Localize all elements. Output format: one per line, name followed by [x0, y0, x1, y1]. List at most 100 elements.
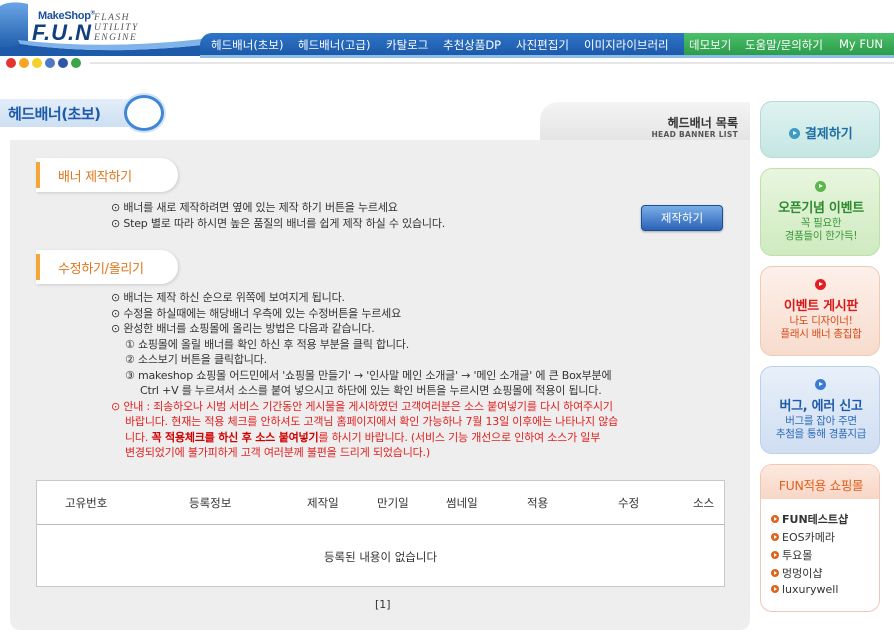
open-event-sub-line: 꼭 필요한 [800, 217, 842, 229]
instruction-line: ⊙ 배너를 새로 제작하려면 옆에 있는 제작 하기 버튼을 누르세요 [111, 201, 398, 214]
bug-report-title: 버그, 에러 신고 [779, 399, 863, 414]
make-instructions: ⊙ 배너를 새로 제작하려면 옆에 있는 제작 하기 버튼을 누르세요 ⊙ St… [111, 200, 445, 231]
nav-photo-editor[interactable]: 사진편집기 [516, 37, 569, 53]
arrow-circle-icon [815, 279, 826, 290]
shop-link-label: 멍멍이샵 [782, 567, 823, 580]
bug-report-sub-line: 버그를 잡아 주면 [785, 415, 857, 427]
column-header-edit: 수정 [618, 496, 640, 510]
arrow-circle-icon [815, 379, 826, 390]
notice-text: 를 하시기 바랍니다. (서비스 기능 개선으로 인하여 소스가 일부 [318, 430, 601, 444]
nav-head-banner-basic[interactable]: 헤드배너(초보) [211, 37, 283, 53]
arrow-circle-icon [789, 128, 801, 139]
open-event-sub: 꼭 필요한 경품들이 한가득! [761, 217, 881, 243]
section-tab-make: 배너 제작하기 [36, 158, 178, 192]
instruction-step: ① 쇼핑몰에 올릴 배너를 확인 하신 후 적용 부분을 클릭 합니다. [125, 337, 410, 351]
column-header-expires: 만기일 [377, 496, 409, 510]
column-header-created: 제작일 [307, 496, 339, 510]
logo-tag-line: UTILITY [94, 23, 139, 33]
section-label-edit: 수정하기/올리기 [58, 262, 144, 277]
section-tab-edit: 수정하기/올리기 [36, 250, 178, 284]
header-rule [90, 62, 894, 64]
instruction-step: ② 소스보기 버튼을 클릭합니다. [125, 353, 267, 366]
column-header-source: 소스 [693, 496, 715, 510]
notice-line: ⊙ 안내 : 죄송하오나 시범 서비스 기간동안 게시물을 게시하였던 고객여러… [111, 399, 613, 413]
column-header-id: 고유번호 [65, 496, 108, 510]
event-board-sub-line: 나도 디자이너! [789, 315, 853, 327]
table-header-divider [37, 524, 724, 525]
shop-link-label: luxurywell [782, 583, 839, 596]
column-header-thumbnail: 썸네일 [446, 496, 478, 510]
banner-list-subtitle: HEAD BANNER LIST [651, 130, 738, 139]
column-header-info: 등록정보 [189, 496, 232, 510]
arrow-bullet-icon [771, 551, 779, 559]
color-dot [19, 58, 29, 68]
sidebar-bug-report[interactable]: 버그, 에러 신고 버그를 잡아 주면 추첨을 통해 경품지급 [760, 366, 880, 454]
logo-fun[interactable]: F.U.N [32, 20, 92, 46]
logo-tagline: FLASH UTILITY ENGINE [94, 13, 139, 43]
make-banner-button[interactable]: 제작하기 [641, 205, 723, 231]
color-dot [32, 58, 42, 68]
nav-help[interactable]: 도움말/문의하기 [745, 37, 823, 53]
logo-tag-line: FLASH [94, 13, 130, 23]
arrow-bullet-icon [771, 585, 779, 593]
arrow-bullet-icon [771, 569, 779, 577]
pay-label-row: 결제하기 [761, 123, 881, 142]
fun-shops-header: FUN적용 쇼핑몰 [761, 465, 879, 499]
instruction-line: ⊙ Step 별로 따라 하시면 높은 품질의 배너를 쉽게 제작 하실 수 있… [111, 216, 446, 230]
nav-recommended-dp[interactable]: 추천상품DP [443, 37, 501, 53]
instruction-line: ⊙ 완성한 배너를 쇼핑몰에 올리는 방법은 다음과 같습니다. [111, 322, 375, 335]
nav-demo[interactable]: 데모보기 [689, 37, 731, 53]
pagination-page-1[interactable]: [1] [375, 598, 391, 611]
color-dot [58, 58, 68, 68]
shop-link[interactable]: 투요몰 [771, 547, 812, 563]
bug-report-sub: 버그를 잡아 주면 추첨을 통해 경품지급 [761, 415, 881, 441]
pay-label: 결제하기 [804, 127, 853, 142]
main-nav: 헤드배너(초보) 헤드배너(고급) 카탈로그 추천상품DP 사진편집기 이미지라… [200, 33, 894, 55]
shop-link[interactable]: 멍멍이샵 [771, 565, 822, 581]
page-title-circle [124, 95, 164, 131]
nav-image-library[interactable]: 이미지라이브러리 [584, 37, 669, 53]
nav-my-fun[interactable]: My FUN [839, 37, 883, 51]
shop-link-label: 투요몰 [782, 549, 813, 562]
shop-link-label: FUN테스트샵 [782, 513, 849, 526]
sidebar-open-event[interactable]: 오픈기념 이벤트 꼭 필요한 경품들이 한가득! [760, 168, 880, 256]
color-dot [6, 58, 16, 68]
logo-tag-line: ENGINE [94, 33, 138, 43]
event-board-sub: 나도 디자이너! 플래시 배너 총집합 [761, 315, 881, 341]
arrow-bullet-icon [771, 515, 779, 523]
shop-link[interactable]: EOS카메라 [771, 529, 835, 545]
notice-line: 니다. 꼭 적용체크를 하신 후 소스 붙여넣기를 하시기 바랍니다. (서비스… [111, 430, 618, 446]
instruction-line: ⊙ 수정을 하실때에는 해당배너 우측에 있는 수정버튼을 누르세요 [111, 306, 402, 320]
banner-table: 고유번호 등록정보 제작일 만기일 썸네일 적용 수정 소스 등록된 내용이 없… [36, 480, 725, 587]
nav-head-banner-advanced[interactable]: 헤드배너(고급) [298, 37, 370, 53]
header: MakeShop® F.U.N FLASH UTILITY ENGINE 헤드배… [0, 0, 894, 78]
event-board-sub-line: 플래시 배너 총집합 [780, 328, 862, 340]
bug-report-sub-line: 추첨을 통해 경품지급 [775, 428, 867, 440]
instruction-step: ③ makeshop 쇼핑몰 어드민에서 '쇼핑몰 만들기' → '인사말 메인… [125, 368, 612, 382]
event-board-title: 이벤트 게시판 [783, 299, 859, 314]
edit-instructions: ⊙ 배너는 제작 하신 순으로 위쪽에 보여지게 됩니다. ⊙ 수정을 하실때에… [111, 290, 618, 461]
arrow-bullet-icon [771, 533, 779, 541]
color-dot [71, 58, 81, 68]
page-title: 헤드배너(초보) [8, 105, 101, 123]
instruction-line: ⊙ 배너는 제작 하신 순으로 위쪽에 보여지게 됩니다. [111, 291, 345, 304]
fun-shops-title: FUN적용 쇼핑몰 [778, 478, 864, 493]
shop-link[interactable]: luxurywell [771, 583, 838, 596]
color-dot [45, 58, 55, 68]
empty-table-message: 등록된 내용이 없습니다 [323, 550, 438, 564]
sidebar-event-board[interactable]: 이벤트 게시판 나도 디자이너! 플래시 배너 총집합 [760, 266, 880, 356]
arrow-circle-icon [815, 181, 826, 192]
instruction-step: Ctrl +V 를 누르셔서 소스를 붙여 넣으시고 하단에 있는 확인 버튼을… [140, 384, 602, 397]
sidebar-pay-button[interactable]: 결제하기 [760, 101, 880, 158]
notice-text: 니다. [125, 430, 152, 444]
shop-link[interactable]: FUN테스트샵 [771, 511, 848, 527]
column-header-apply: 적용 [527, 496, 549, 510]
page-title-tab: 헤드배너(초보) [0, 95, 165, 131]
nav-catalog[interactable]: 카탈로그 [386, 37, 428, 53]
open-event-title: 오픈기념 이벤트 [778, 201, 864, 216]
banner-list-title: 헤드배너 목록 [667, 116, 738, 130]
notice-line: 바랍니다. 현재는 적용 체크를 안하셔도 고객님 홈페이지에서 확인 가능하나… [125, 415, 619, 428]
section-label-make: 배너 제작하기 [58, 170, 132, 185]
shop-link-label: EOS카메라 [782, 531, 835, 544]
notice-line: 변경되었기에 불가피하게 고객 여러분께 불편을 드리게 되었습니다.) [125, 446, 430, 459]
